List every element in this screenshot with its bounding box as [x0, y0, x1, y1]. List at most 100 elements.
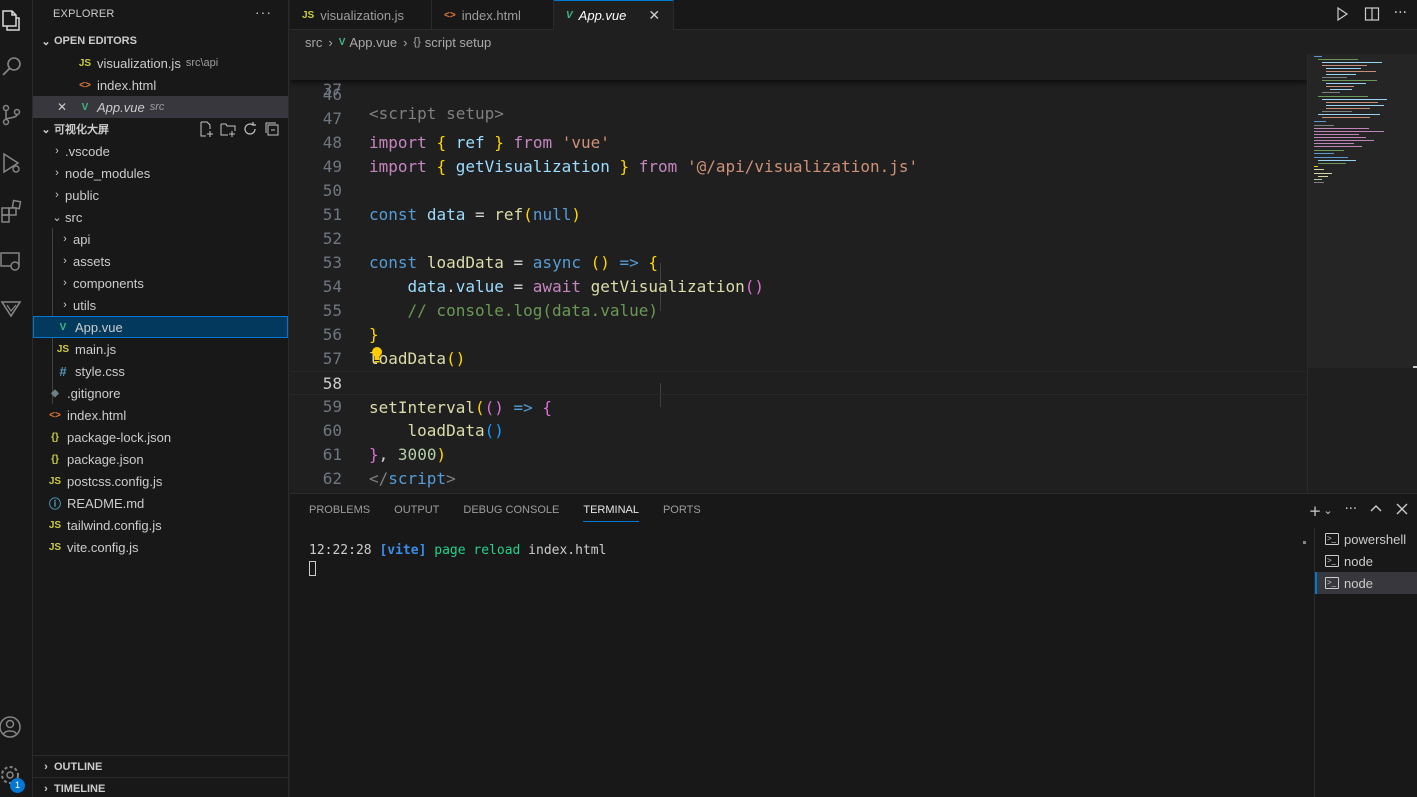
- explorer-icon[interactable]: [0, 0, 33, 40]
- html-file-icon: <>: [79, 79, 91, 91]
- breadcrumb-symbol[interactable]: script setup: [425, 35, 491, 50]
- chevron-down-icon: ⌄: [41, 35, 51, 48]
- close-editor-icon[interactable]: ✕: [57, 100, 77, 114]
- lightbulb-icon[interactable]: [370, 346, 384, 371]
- code-line: 56 loadData(): [290, 323, 1307, 368]
- refresh-icon[interactable]: [242, 121, 258, 137]
- source-control-icon[interactable]: [0, 95, 33, 135]
- chevron-right-icon: ›: [63, 255, 67, 267]
- chevron-right-icon: ›: [44, 783, 48, 795]
- open-editor-item-active[interactable]: ✕ V App.vue src: [33, 96, 288, 118]
- tree-file[interactable]: JS main.js: [33, 338, 288, 360]
- open-editor-item[interactable]: <> index.html: [33, 74, 288, 96]
- open-editor-item[interactable]: JS visualization.js src\api: [33, 52, 288, 74]
- line-number: 61: [322, 445, 342, 464]
- more-actions-icon[interactable]: ···: [255, 4, 272, 20]
- tree-file[interactable]: ⓘ README.md: [33, 492, 288, 514]
- js-file-icon: JS: [78, 57, 92, 69]
- tree-file[interactable]: JS postcss.config.js: [33, 470, 288, 492]
- chevron-right-icon: ›: [55, 145, 59, 157]
- editor-tabs: JS visualization.js <> index.html V App.…: [290, 0, 1417, 30]
- tree-file[interactable]: {} package.json: [33, 448, 288, 470]
- terminal-item-active[interactable]: >_ node: [1315, 572, 1417, 594]
- tab-output[interactable]: OUTPUT: [394, 504, 439, 522]
- git-file-icon: ◆: [51, 387, 59, 399]
- explorer-header: EXPLORER ···: [33, 0, 288, 28]
- remote-explorer-icon[interactable]: [0, 241, 33, 281]
- tree-folder[interactable]: › assets: [33, 250, 288, 272]
- chevron-right-icon: ›: [55, 189, 59, 201]
- code-line: 52 const loadData = async () => {: [290, 227, 1307, 272]
- tree-file[interactable]: ◆ .gitignore: [33, 382, 288, 404]
- chevron-down-icon[interactable]: ⌄: [1323, 502, 1332, 520]
- tab-problems[interactable]: PROBLEMS: [309, 504, 370, 522]
- new-folder-icon[interactable]: [220, 121, 236, 137]
- outline-section[interactable]: › OUTLINE: [33, 755, 289, 778]
- timeline-section[interactable]: › TIMELINE: [33, 777, 289, 797]
- tree-item-label: package.json: [67, 451, 144, 467]
- extensions-icon[interactable]: [0, 191, 33, 231]
- tree-file-selected[interactable]: V App.vue: [33, 316, 288, 338]
- new-file-icon[interactable]: [198, 121, 214, 137]
- tree-file[interactable]: {} package-lock.json: [33, 426, 288, 448]
- tab-ports[interactable]: PORTS: [663, 504, 701, 522]
- terminal-item[interactable]: >_ node: [1315, 550, 1417, 572]
- more-actions-icon[interactable]: ···: [1394, 6, 1407, 26]
- run-icon[interactable]: [1334, 6, 1350, 26]
- terminal-item[interactable]: >_ powershell: [1315, 528, 1417, 550]
- code-editor[interactable]: 37 <script setup> 46 47 import { ref } f…: [290, 54, 1307, 492]
- search-icon[interactable]: [0, 47, 33, 87]
- tree-file[interactable]: # style.css: [33, 360, 288, 382]
- breadcrumb-folder[interactable]: src: [305, 35, 322, 50]
- run-debug-icon[interactable]: [0, 143, 33, 183]
- sticky-scroll-header[interactable]: 37 <script setup>: [290, 54, 1307, 123]
- close-tab-icon[interactable]: ✕: [648, 7, 660, 24]
- tree-item-label: assets: [73, 253, 111, 269]
- code-line: 37 <script setup>: [290, 54, 1307, 123]
- tree-file[interactable]: JS tailwind.config.js: [33, 514, 288, 536]
- open-editors-section-header[interactable]: ⌄ OPEN EDITORS: [33, 30, 288, 52]
- terminal-scroll-dot: [1303, 541, 1306, 544]
- tree-item-label: style.css: [75, 363, 125, 379]
- terminal-name: node: [1344, 575, 1373, 591]
- tree-folder[interactable]: › node_modules: [33, 162, 288, 184]
- tree-item-label: postcss.config.js: [67, 473, 163, 489]
- split-editor-icon[interactable]: [1364, 6, 1380, 26]
- minimap[interactable]: [1307, 54, 1417, 492]
- tab-terminal[interactable]: TERMINAL: [583, 504, 639, 522]
- terminal-output[interactable]: 12:22:28 [vite] page reload index.html: [309, 543, 606, 558]
- open-editor-path: src: [149, 101, 165, 113]
- tree-file[interactable]: <> index.html: [33, 404, 288, 426]
- vitest-icon[interactable]: [0, 289, 33, 329]
- tab-debug-console[interactable]: DEBUG CONSOLE: [463, 504, 559, 522]
- tree-folder[interactable]: › components: [33, 272, 288, 294]
- tree-item-label: src: [65, 209, 83, 225]
- terminal-list: >_ powershell >_ node >_ node: [1314, 528, 1417, 797]
- tree-item-label: README.md: [67, 495, 145, 511]
- tree-folder-expanded[interactable]: ⌄ src: [33, 206, 288, 228]
- close-panel-icon[interactable]: [1395, 502, 1409, 520]
- breadcrumb-file[interactable]: App.vue: [349, 35, 397, 50]
- tab-visualization-js[interactable]: JS visualization.js: [290, 0, 432, 30]
- line-number: 37: [322, 80, 342, 99]
- tab-index-html[interactable]: <> index.html: [432, 0, 554, 30]
- account-icon[interactable]: [0, 707, 33, 747]
- collapse-all-icon[interactable]: [264, 121, 280, 137]
- tree-file[interactable]: JS vite.config.js: [33, 536, 288, 558]
- tree-folder[interactable]: › public: [33, 184, 288, 206]
- tree-item-label: node_modules: [65, 165, 151, 181]
- maximize-panel-icon[interactable]: [1369, 502, 1383, 520]
- tree-item-label: package-lock.json: [67, 429, 172, 445]
- tree-item-label: App.vue: [75, 319, 123, 335]
- chevron-right-icon: ›: [44, 761, 48, 773]
- project-folder-header[interactable]: ⌄ 可视化大屏: [33, 118, 288, 140]
- minimap-slider[interactable]: [1308, 54, 1417, 368]
- tree-item-label: components: [73, 275, 144, 291]
- tree-folder[interactable]: › utils: [33, 294, 288, 316]
- tree-folder[interactable]: › .vscode: [33, 140, 288, 162]
- new-terminal-icon[interactable]: +: [1309, 502, 1322, 520]
- tab-app-vue[interactable]: V App.vue ✕: [554, 0, 674, 30]
- more-actions-icon[interactable]: ···: [1345, 502, 1357, 520]
- tree-folder[interactable]: › api: [33, 228, 288, 250]
- terminal-cursor: [309, 561, 316, 576]
